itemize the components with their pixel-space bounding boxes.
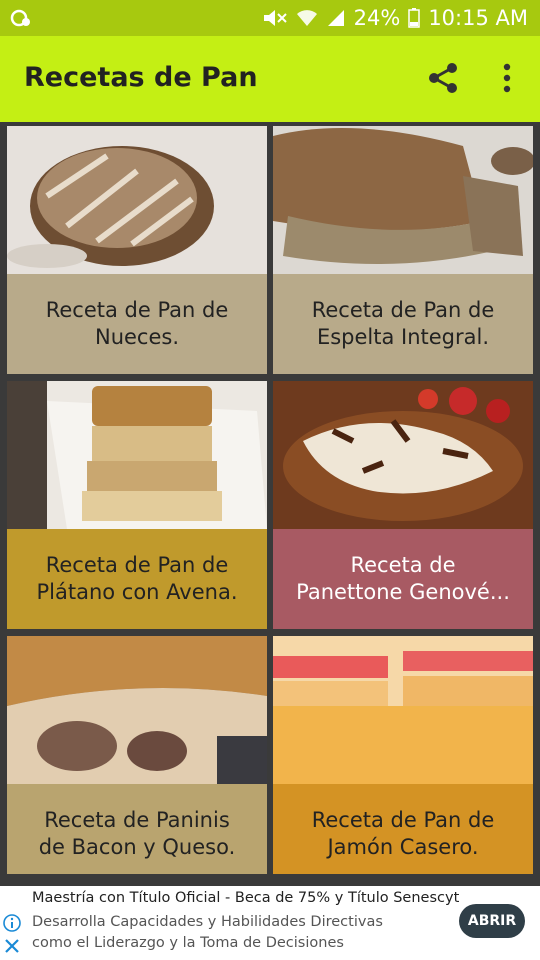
recipe-grid: Receta de Pan de Nueces. Receta de Pan de…: [0, 122, 540, 874]
wifi-icon: [296, 10, 317, 26]
ad-banner[interactable]: Maestría con Título Oficial - Beca de 75…: [0, 886, 540, 960]
clock: 10:15 AM: [428, 6, 528, 30]
ad-headline[interactable]: Maestría con Título Oficial - Beca de 75…: [32, 890, 459, 906]
recipe-card-platano-con-avena[interactable]: Receta de Pan de Plátano con Avena.: [7, 381, 267, 629]
battery-percent: 24%: [353, 6, 401, 30]
ad-body[interactable]: Desarrolla Capacidades y Habilidades Dir…: [32, 912, 412, 960]
recipe-caption: Receta de Pan de Plátano con Avena.: [7, 529, 267, 629]
recipe-card-pan-de-nueces[interactable]: Receta de Pan de Nueces.: [7, 126, 267, 374]
mute-icon: [263, 10, 287, 26]
recipe-image: [7, 381, 267, 529]
recipe-image: [273, 636, 533, 784]
recipe-card-espelta-integral[interactable]: Receta de Pan de Espelta Integral.: [273, 126, 533, 374]
recipe-caption: Receta de Panettone Genové...: [273, 529, 533, 629]
more-options-icon[interactable]: [494, 60, 520, 96]
close-icon[interactable]: [4, 938, 20, 954]
status-bar: 24% 10:15 AM: [0, 0, 540, 36]
recipe-caption: Receta de Pan de Espelta Integral.: [273, 274, 533, 374]
open-ad-button[interactable]: ABRIR: [459, 904, 525, 938]
recipe-image: [7, 126, 267, 274]
recipe-caption: Receta de Pan de Jamón Casero.: [273, 784, 533, 874]
recipe-caption: Receta de Paninis de Bacon y Queso.: [7, 784, 267, 874]
recipe-image: [273, 126, 533, 274]
recipe-card-paninis-bacon-queso[interactable]: Receta de Paninis de Bacon y Queso.: [7, 636, 267, 874]
recipe-image: [273, 381, 533, 529]
share-icon[interactable]: [426, 60, 462, 96]
signal-icon: [327, 10, 344, 26]
recipe-image: [7, 636, 267, 784]
info-icon[interactable]: [3, 914, 21, 932]
battery-icon: [408, 8, 421, 28]
recipe-caption: Receta de Pan de Nueces.: [7, 274, 267, 374]
page-title: Recetas de Pan: [24, 62, 258, 93]
recipe-card-panettone-genoves[interactable]: Receta de Panettone Genové...: [273, 381, 533, 629]
notification-icon: [10, 9, 30, 27]
recipe-card-jamon-casero[interactable]: Receta de Pan de Jamón Casero.: [273, 636, 533, 874]
app-bar: Recetas de Pan: [0, 36, 540, 122]
